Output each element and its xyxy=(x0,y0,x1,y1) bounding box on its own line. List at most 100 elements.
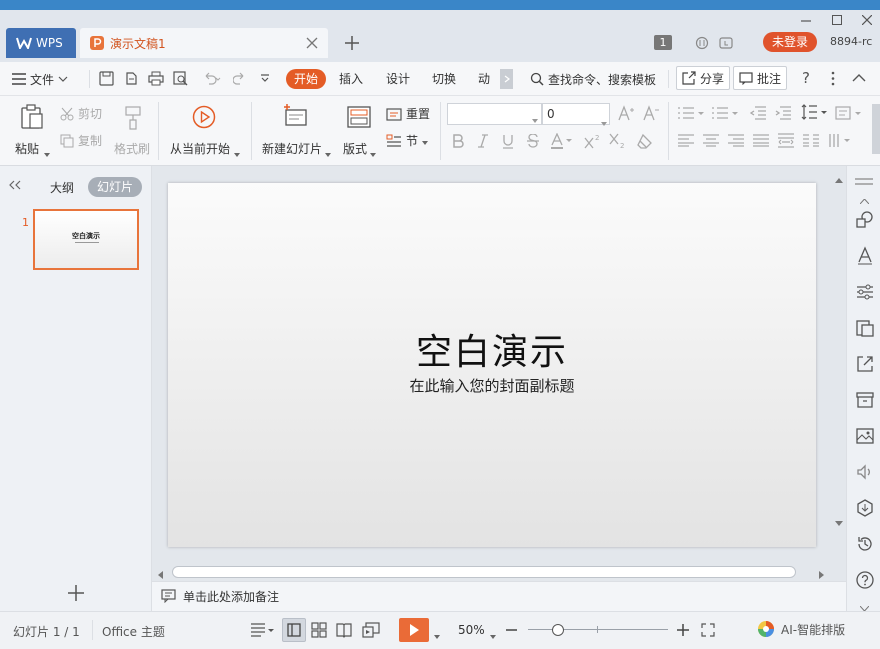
export-pdf-icon[interactable] xyxy=(124,71,139,86)
more-options-icon[interactable] xyxy=(830,71,836,86)
zoom-out-icon[interactable] xyxy=(506,629,517,631)
undo-icon[interactable] xyxy=(201,72,221,85)
tab-document[interactable]: 演示文稿1 xyxy=(80,28,328,58)
increase-font-icon[interactable] xyxy=(618,105,634,121)
slide-subtitle[interactable]: 在此输入您的封面副标题 xyxy=(168,375,816,396)
collapse-ribbon-icon[interactable] xyxy=(852,73,866,82)
copy-button[interactable]: 复制 xyxy=(60,132,102,149)
align-center-icon[interactable] xyxy=(703,134,719,147)
zoom-dropdown-icon[interactable] xyxy=(490,628,496,642)
scroll-thumb[interactable] xyxy=(172,566,796,578)
tab-animation[interactable]: 动画 xyxy=(470,69,500,89)
decrease-font-icon[interactable] xyxy=(643,105,659,121)
slide-library-icon[interactable] xyxy=(855,318,875,338)
quick-access-dropdown-icon[interactable] xyxy=(260,73,270,83)
print-preview-icon[interactable] xyxy=(173,71,188,86)
bullet-list-icon[interactable] xyxy=(678,106,704,120)
zoom-level[interactable]: 50% xyxy=(458,623,485,637)
tab-wps-home[interactable]: WPS xyxy=(6,28,76,58)
task-pane-menu-icon[interactable] xyxy=(855,175,873,185)
shapes-icon[interactable] xyxy=(855,210,875,230)
decrease-indent-icon[interactable] xyxy=(750,106,766,120)
chevron-down-icon[interactable] xyxy=(835,515,843,529)
zoom-in-icon[interactable] xyxy=(677,624,689,636)
text-style-icon[interactable] xyxy=(855,246,875,266)
font-size-select[interactable]: 0 xyxy=(542,103,610,126)
slide-thumbnail[interactable]: 空白演示 xyxy=(33,209,139,270)
new-tab-button[interactable] xyxy=(342,33,362,53)
print-icon[interactable] xyxy=(148,71,164,86)
sync-icon[interactable] xyxy=(693,35,711,51)
window-count-badge[interactable]: 1 xyxy=(654,35,672,50)
slide-title[interactable]: 空白演示 xyxy=(168,323,816,375)
export-icon[interactable] xyxy=(855,354,875,374)
share-button[interactable]: 分享 xyxy=(676,66,731,90)
maximize-button[interactable] xyxy=(829,12,845,28)
close-tab-icon[interactable] xyxy=(306,37,318,49)
notes-bar[interactable]: 单击此处添加备注 xyxy=(152,581,846,611)
distribute-icon[interactable] xyxy=(778,133,794,148)
columns-icon[interactable] xyxy=(803,134,819,147)
history-icon[interactable] xyxy=(855,534,875,554)
numbered-list-icon[interactable] xyxy=(712,106,738,120)
paste-button[interactable]: 粘贴 xyxy=(12,102,50,158)
text-direction-icon[interactable] xyxy=(828,133,852,148)
layout-button[interactable]: 版式 xyxy=(340,102,378,158)
justify-icon[interactable] xyxy=(753,134,769,147)
play-slideshow-button[interactable] xyxy=(399,618,429,642)
font-family-select[interactable] xyxy=(447,103,542,125)
slide-canvas[interactable]: 空白演示 在此输入您的封面副标题 xyxy=(168,183,816,547)
tab-slides[interactable]: 幻灯片 xyxy=(88,177,142,197)
line-spacing-icon[interactable] xyxy=(801,104,827,120)
notes-placeholder[interactable]: 单击此处添加备注 xyxy=(183,588,279,605)
play-from-current-button[interactable]: 从当前开始 xyxy=(168,102,242,158)
subscript-icon[interactable]: 2 xyxy=(609,133,625,149)
text-box-options-icon[interactable] xyxy=(835,106,861,120)
cloud-doc-icon[interactable] xyxy=(717,35,735,51)
reading-view-icon[interactable] xyxy=(336,622,352,638)
close-window-button[interactable] xyxy=(859,12,875,28)
tab-insert[interactable]: 插入 xyxy=(331,69,371,89)
presenter-view-icon[interactable] xyxy=(362,622,380,638)
clear-format-icon[interactable] xyxy=(636,133,654,149)
underline-icon[interactable] xyxy=(502,134,514,149)
command-search[interactable]: 查找命令、搜索模板 xyxy=(530,69,656,89)
font-color-icon[interactable] xyxy=(551,133,573,149)
picture-icon[interactable] xyxy=(855,426,875,446)
vertical-scrollbar[interactable] xyxy=(832,166,846,581)
theme-name[interactable]: Office 主题 xyxy=(102,623,165,640)
align-right-icon[interactable] xyxy=(728,134,744,147)
zoom-slider-thumb[interactable] xyxy=(552,624,564,636)
bold-icon[interactable] xyxy=(452,134,464,148)
help-circle-icon[interactable] xyxy=(855,570,875,590)
collapse-pane-icon[interactable] xyxy=(9,180,21,190)
tabs-scroll-right-button[interactable] xyxy=(500,69,513,89)
save-icon[interactable] xyxy=(99,71,114,86)
zoom-slider[interactable] xyxy=(528,623,668,637)
file-menu-button[interactable]: 文件 xyxy=(12,69,68,89)
audio-icon[interactable] xyxy=(855,462,875,482)
chevron-right-icon[interactable] xyxy=(819,568,824,582)
tab-design[interactable]: 设计 xyxy=(378,69,418,89)
format-painter-button[interactable]: 格式刷 xyxy=(114,102,154,158)
section-button[interactable]: 节 xyxy=(386,132,429,149)
ribbon-scroll-right-button[interactable] xyxy=(872,104,880,154)
backup-icon[interactable] xyxy=(855,498,875,518)
superscript-icon[interactable]: 2 xyxy=(584,133,600,149)
redo-icon[interactable] xyxy=(233,72,247,85)
cut-button[interactable]: 剪切 xyxy=(60,105,102,122)
reset-button[interactable]: 重置 xyxy=(386,105,430,122)
align-left-icon[interactable] xyxy=(678,134,694,147)
normal-view-button[interactable] xyxy=(282,618,306,642)
horizontal-scrollbar[interactable] xyxy=(152,563,832,581)
archive-icon[interactable] xyxy=(855,390,875,410)
fit-to-window-icon[interactable] xyxy=(701,623,715,637)
comment-button[interactable]: 批注 xyxy=(733,66,788,90)
chevron-left-icon[interactable] xyxy=(158,568,163,582)
minimize-button[interactable] xyxy=(798,12,814,28)
login-button[interactable]: 未登录 xyxy=(763,32,817,52)
increase-indent-icon[interactable] xyxy=(775,106,791,120)
chevron-up-icon[interactable] xyxy=(859,193,870,207)
notes-view-icon[interactable] xyxy=(250,622,274,638)
strikethrough-icon[interactable] xyxy=(527,134,539,148)
